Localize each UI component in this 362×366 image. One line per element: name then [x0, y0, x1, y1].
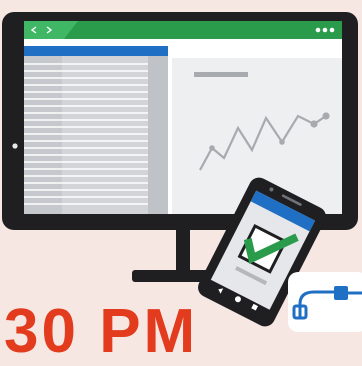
browser-window [24, 21, 342, 214]
window-dots-icon[interactable] [315, 27, 335, 33]
data-point [310, 120, 318, 128]
list-rows [24, 63, 148, 205]
data-point [322, 112, 330, 120]
left-panel [24, 46, 168, 214]
flow-connector-icon [288, 272, 362, 332]
illustration [2, 12, 362, 332]
data-point [279, 139, 285, 145]
left-panel-header [24, 46, 168, 56]
data-point [209, 145, 215, 151]
camera-icon [12, 143, 18, 149]
chart-heading-bar [194, 72, 248, 77]
banner-text: 30 PM [4, 297, 199, 366]
scrollbar[interactable] [148, 56, 168, 214]
